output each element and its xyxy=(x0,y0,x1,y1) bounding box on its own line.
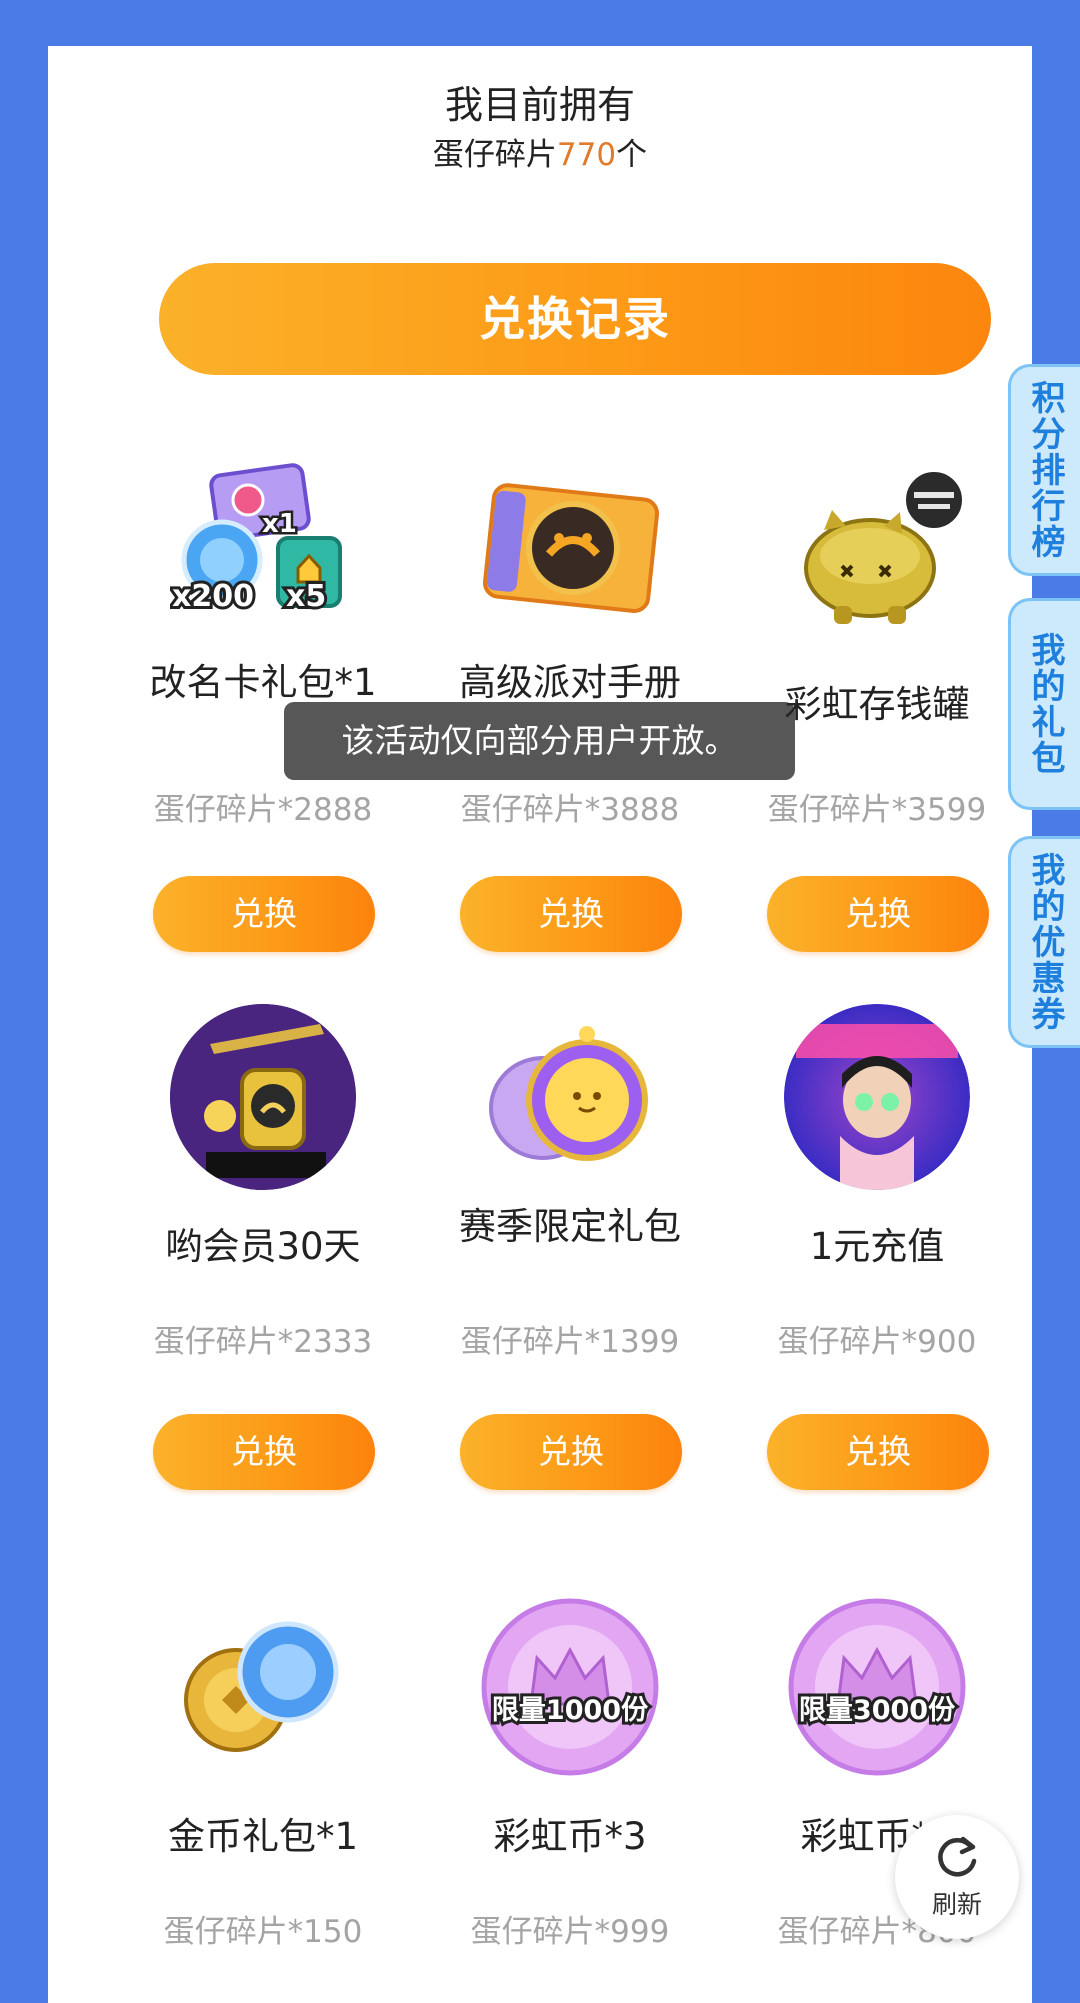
rename-card-bundle-icon: x1 x200 x5 xyxy=(169,456,356,642)
item-name: 哟会员30天 xyxy=(165,1225,361,1268)
item-name: 彩虹币*3 xyxy=(493,1815,647,1858)
item-name: 高级派对手册 xyxy=(459,661,681,704)
item-price: 蛋仔碎片*150 xyxy=(163,1914,363,1950)
recharge-icon xyxy=(784,1004,970,1190)
own-count-number: 770 xyxy=(556,137,617,173)
own-count-prefix: 蛋仔碎片 xyxy=(432,137,557,173)
item-name: 1元充值 xyxy=(809,1225,945,1268)
limited-badge: 限量3000份 xyxy=(799,1695,955,1726)
own-count-suffix: 个 xyxy=(616,137,648,173)
season-bundle-icon xyxy=(477,1004,663,1190)
bundle-x200-label: x200 xyxy=(172,579,254,614)
item-price: 蛋仔碎片*3888 xyxy=(460,792,680,828)
item-price: 蛋仔碎片*1399 xyxy=(460,1324,680,1360)
bundle-x5-label: x5 xyxy=(286,579,326,614)
own-count: 蛋仔碎片770个 xyxy=(48,135,1032,175)
rainbow-coin-icon: 限量3000份 xyxy=(784,1594,970,1780)
side-tab-ranking[interactable]: 积分排行榜 xyxy=(1008,364,1080,576)
rainbow-coin-icon: 限量1000份 xyxy=(477,1594,663,1780)
item-price: 蛋仔碎片*3599 xyxy=(767,792,987,828)
toast-message: 该活动仅向部分用户开放。 xyxy=(284,702,795,780)
exchange-button[interactable]: 兑换 xyxy=(767,876,989,952)
exchange-record-button[interactable]: 兑换记录 xyxy=(159,263,991,375)
bundle-x1-label: x1 xyxy=(262,509,297,539)
item-name: 金币礼包*1 xyxy=(167,1815,359,1858)
party-handbook-icon xyxy=(477,456,663,642)
own-title: 我目前拥有 xyxy=(444,83,635,127)
membership-icon xyxy=(170,1004,356,1190)
side-tab-my-gifts[interactable]: 我的礼包 xyxy=(1008,598,1080,810)
item-name: 改名卡礼包*1 xyxy=(149,661,377,704)
refresh-button[interactable]: 刷新 xyxy=(895,1815,1019,1939)
exchange-button[interactable]: 兑换 xyxy=(153,876,375,952)
refresh-icon xyxy=(938,1836,977,1877)
item-price: 蛋仔碎片*999 xyxy=(470,1914,670,1950)
item-name: 赛季限定礼包 xyxy=(459,1205,681,1248)
exchange-card: 我目前拥有 蛋仔碎片770个 兑换记录 x1 x200 x5 改名卡礼包*1 蛋… xyxy=(48,46,1032,2003)
exchange-button[interactable]: 兑换 xyxy=(460,876,682,952)
item-price: 蛋仔碎片*2333 xyxy=(153,1324,373,1360)
refresh-label: 刷新 xyxy=(931,1890,982,1919)
item-price: 蛋仔碎片*900 xyxy=(777,1324,977,1360)
exchange-button[interactable]: 兑换 xyxy=(153,1414,375,1490)
exchange-button[interactable]: 兑换 xyxy=(460,1414,682,1490)
piggy-bank-icon xyxy=(784,456,970,642)
limited-badge: 限量1000份 xyxy=(492,1695,648,1726)
coin-bundle-icon xyxy=(170,1594,356,1780)
exchange-button[interactable]: 兑换 xyxy=(767,1414,989,1490)
side-tab-my-coupons[interactable]: 我的优惠券 xyxy=(1008,836,1080,1048)
item-price: 蛋仔碎片*2888 xyxy=(153,792,373,828)
